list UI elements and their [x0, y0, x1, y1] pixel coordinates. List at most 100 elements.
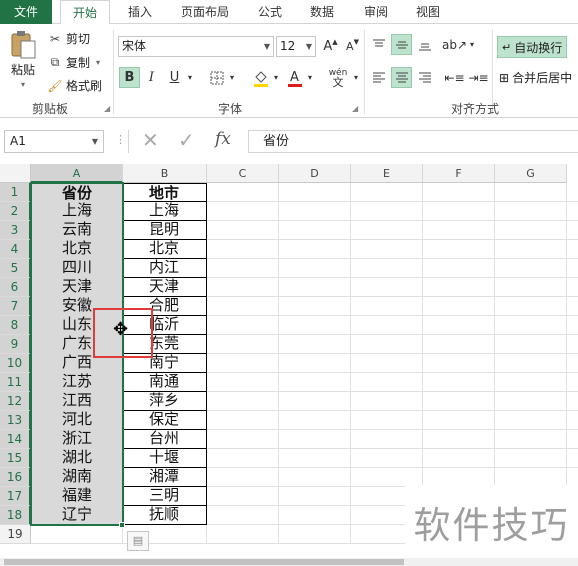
- column-header-g[interactable]: G: [495, 164, 567, 183]
- fill-color-dropdown-icon[interactable]: ▾: [270, 67, 282, 88]
- table-cell[interactable]: 江西: [31, 391, 123, 411]
- align-left-button[interactable]: [368, 67, 389, 88]
- table-header-cell[interactable]: 地市: [122, 183, 207, 202]
- tab-view[interactable]: 视图: [406, 0, 450, 24]
- select-all-corner[interactable]: [0, 164, 31, 183]
- decrease-indent-button[interactable]: ⇤≡: [444, 67, 465, 88]
- table-cell[interactable]: 湖北: [31, 448, 123, 468]
- underline-dropdown-icon[interactable]: ▾: [184, 67, 196, 88]
- row-header-2[interactable]: 2: [0, 202, 31, 221]
- bold-button[interactable]: B: [119, 67, 140, 88]
- table-header-cell[interactable]: 省份: [31, 183, 123, 202]
- row-header-18[interactable]: 18: [0, 506, 31, 525]
- row-header-17[interactable]: 17: [0, 487, 31, 506]
- table-cell[interactable]: 河北: [31, 410, 123, 430]
- cut-button[interactable]: ✂ 剪切: [46, 30, 90, 47]
- font-family-combo[interactable]: 宋体 ▼: [118, 36, 274, 57]
- fill-color-button[interactable]: [250, 67, 271, 88]
- row-header-16[interactable]: 16: [0, 468, 31, 487]
- row-header-4[interactable]: 4: [0, 240, 31, 259]
- cancel-entry-icon[interactable]: ✕: [142, 128, 159, 152]
- confirm-entry-icon[interactable]: ✓: [178, 128, 195, 152]
- column-header-a[interactable]: A: [31, 164, 123, 183]
- row-header-13[interactable]: 13: [0, 411, 31, 430]
- table-cell[interactable]: 天津: [31, 277, 123, 297]
- table-cell[interactable]: 三明: [122, 486, 207, 506]
- row-header-14[interactable]: 14: [0, 430, 31, 449]
- table-cell[interactable]: 昆明: [122, 220, 207, 240]
- table-cell[interactable]: 湖南: [31, 467, 123, 487]
- column-header-c[interactable]: C: [207, 164, 279, 183]
- table-cell[interactable]: 福建: [31, 486, 123, 506]
- italic-button[interactable]: I: [141, 67, 162, 88]
- table-cell[interactable]: 萍乡: [122, 391, 207, 411]
- row-header-19[interactable]: 19: [0, 525, 31, 544]
- font-color-dropdown-icon[interactable]: ▾: [304, 67, 316, 88]
- table-cell[interactable]: 云南: [31, 220, 123, 240]
- table-cell[interactable]: 北京: [31, 239, 123, 259]
- row-header-11[interactable]: 11: [0, 373, 31, 392]
- table-cell[interactable]: 湘潭: [122, 467, 207, 487]
- copy-button[interactable]: ⧉ 复制 ▾: [46, 54, 100, 71]
- row-header-8[interactable]: 8: [0, 316, 31, 335]
- font-launcher-icon[interactable]: ◢: [352, 104, 358, 113]
- insert-function-icon[interactable]: fx: [215, 129, 231, 149]
- formula-input[interactable]: 省份: [248, 130, 578, 153]
- align-top-button[interactable]: [368, 34, 389, 55]
- row-header-6[interactable]: 6: [0, 278, 31, 297]
- fill-handle[interactable]: [119, 522, 125, 528]
- row-header-1[interactable]: 1: [0, 183, 31, 202]
- paste-button[interactable]: 粘贴: [6, 30, 40, 78]
- row-header-9[interactable]: 9: [0, 335, 31, 354]
- borders-dropdown-icon[interactable]: ▾: [226, 67, 238, 88]
- clipboard-launcher-icon[interactable]: ◢: [104, 104, 110, 113]
- column-header-f[interactable]: F: [423, 164, 495, 183]
- table-cell[interactable]: 北京: [122, 239, 207, 259]
- table-cell[interactable]: 保定: [122, 410, 207, 430]
- borders-button[interactable]: [206, 67, 227, 88]
- scrollbar-thumb[interactable]: [4, 559, 404, 565]
- orientation-button[interactable]: ab↗: [442, 34, 467, 55]
- grow-font-button[interactable]: A ▲: [320, 36, 341, 57]
- name-box[interactable]: A1 ▼: [4, 130, 104, 153]
- row-header-12[interactable]: 12: [0, 392, 31, 411]
- row-header-15[interactable]: 15: [0, 449, 31, 468]
- tab-review[interactable]: 审阅: [354, 0, 398, 24]
- align-middle-button[interactable]: [391, 34, 412, 55]
- copy-dropdown-icon[interactable]: ▾: [96, 58, 100, 67]
- shrink-font-button[interactable]: A ▼: [342, 36, 363, 57]
- table-cell[interactable]: 浙江: [31, 429, 123, 449]
- align-center-button[interactable]: [391, 67, 412, 88]
- tab-home[interactable]: 开始: [60, 0, 110, 25]
- tab-file[interactable]: 文件: [0, 0, 52, 24]
- underline-button[interactable]: U: [164, 67, 185, 88]
- table-cell[interactable]: 南通: [122, 372, 207, 392]
- horizontal-scrollbar[interactable]: [0, 558, 578, 566]
- column-header-d[interactable]: D: [279, 164, 351, 183]
- column-header-b[interactable]: B: [123, 164, 207, 183]
- row-header-3[interactable]: 3: [0, 221, 31, 240]
- font-color-button[interactable]: A: [284, 67, 305, 88]
- phonetic-button[interactable]: wén 文: [326, 67, 350, 88]
- table-cell[interactable]: 内江: [122, 258, 207, 278]
- table-cell[interactable]: 上海: [31, 201, 123, 221]
- orientation-dropdown-icon[interactable]: ▾: [466, 34, 478, 55]
- tab-insert[interactable]: 插入: [118, 0, 162, 24]
- tab-page-layout[interactable]: 页面布局: [172, 0, 238, 24]
- phonetic-dropdown-icon[interactable]: ▾: [350, 67, 362, 88]
- paste-dropdown-arrow[interactable]: ▾: [6, 80, 40, 89]
- table-cell[interactable]: 抚顺: [122, 505, 207, 525]
- wrap-text-button[interactable]: ↵ 自动换行: [497, 36, 568, 58]
- table-cell[interactable]: 台州: [122, 429, 207, 449]
- format-painter-button[interactable]: 🖌 格式刷: [46, 77, 102, 94]
- more-options-icon[interactable]: ⋮: [115, 133, 126, 146]
- row-header-10[interactable]: 10: [0, 354, 31, 373]
- row-header-7[interactable]: 7: [0, 297, 31, 316]
- merge-center-button[interactable]: ⊞ 合并后居中: [499, 69, 572, 86]
- table-cell[interactable]: 十堰: [122, 448, 207, 468]
- quick-analysis-icon[interactable]: ▤: [127, 531, 149, 551]
- increase-indent-button[interactable]: ⇥≡: [468, 67, 489, 88]
- table-cell[interactable]: 辽宁: [31, 505, 123, 525]
- align-right-button[interactable]: [414, 67, 435, 88]
- row-header-5[interactable]: 5: [0, 259, 31, 278]
